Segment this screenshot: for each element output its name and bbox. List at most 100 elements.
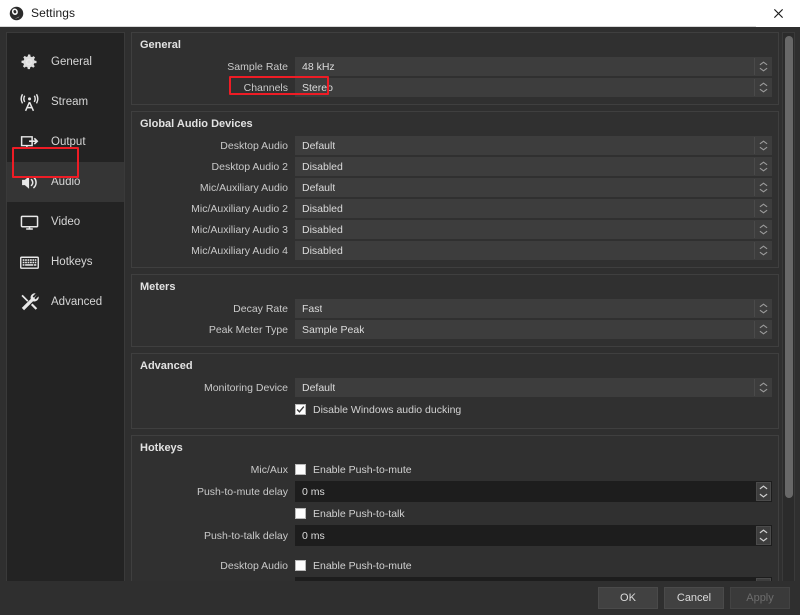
field-label: Mic/Auxiliary Audio 2 — [138, 203, 295, 215]
group-title: Hotkeys — [138, 440, 772, 460]
keyboard-icon — [18, 251, 40, 273]
mic-auxiliary-audio-3-combobox[interactable]: Disabled — [295, 220, 772, 239]
chevron-updown-icon[interactable] — [754, 79, 771, 96]
chevron-updown-icon[interactable] — [754, 200, 771, 217]
checkbox-label: Enable Push-to-mute — [313, 560, 412, 572]
close-icon — [773, 8, 784, 19]
settings-content-area: General Sample Rate 48 kHz Channels — [131, 32, 796, 581]
chevron-updown-icon[interactable] — [754, 158, 771, 175]
monitor-arrow-icon — [18, 131, 40, 153]
spinbox-down-icon[interactable] — [757, 492, 770, 501]
sidebar-item-label: Stream — [51, 96, 88, 108]
group-advanced: Advanced Monitoring Device Default — [131, 353, 779, 429]
title-bar-left: Settings — [0, 6, 75, 21]
mic-auxiliary-audio-combobox[interactable]: Default — [295, 178, 772, 197]
sidebar-item-label: Hotkeys — [51, 256, 93, 268]
sidebar-item-output[interactable]: Output — [7, 122, 124, 162]
sidebar-item-general[interactable]: General — [7, 42, 124, 82]
obs-logo-icon — [9, 6, 24, 21]
field-label: Peak Meter Type — [138, 324, 295, 336]
hotkeys-group-label: Mic/Aux — [138, 464, 295, 476]
channels-combobox[interactable]: Stereo — [295, 78, 772, 97]
group-title: General — [138, 37, 772, 57]
chevron-updown-icon[interactable] — [754, 321, 771, 338]
row-disable-audio-ducking: Disable Windows audio ducking — [138, 400, 772, 419]
scrollbar-thumb[interactable] — [785, 36, 793, 498]
row-micaux-push-to-mute-delay: Push-to-mute delay 0 ms — [138, 481, 772, 502]
combobox-value: Disabled — [296, 161, 343, 173]
row-micaux-enable-push-to-talk: Enable Push-to-talk — [138, 504, 772, 523]
row-mic-auxiliary-audio-3: Mic/Auxiliary Audio 3 Disabled — [138, 220, 772, 239]
field-label: Channels — [138, 82, 295, 94]
ok-button[interactable]: OK — [598, 587, 658, 609]
group-general: General Sample Rate 48 kHz Channels — [131, 32, 779, 105]
field-label: Mic/Auxiliary Audio — [138, 182, 295, 194]
mic-auxiliary-audio-2-combobox[interactable]: Disabled — [295, 199, 772, 218]
row-mic-auxiliary-audio-4: Mic/Auxiliary Audio 4 Disabled — [138, 241, 772, 260]
cancel-button[interactable]: Cancel — [664, 587, 724, 609]
combobox-value: Default — [296, 382, 335, 394]
chevron-updown-icon[interactable] — [754, 179, 771, 196]
sidebar-item-label: General — [51, 56, 92, 68]
sidebar-item-label: Video — [51, 216, 80, 228]
chevron-updown-icon[interactable] — [754, 379, 771, 396]
group-title: Global Audio Devices — [138, 116, 772, 136]
row-mic-auxiliary-audio-2: Mic/Auxiliary Audio 2 Disabled — [138, 199, 772, 218]
spinbox-up-icon[interactable] — [757, 527, 770, 536]
combobox-value: Disabled — [296, 245, 343, 257]
peak-meter-type-combobox[interactable]: Sample Peak — [295, 320, 772, 339]
spinbox-down-icon[interactable] — [757, 536, 770, 545]
sidebar-item-advanced[interactable]: Advanced — [7, 282, 124, 322]
desktopaudio-push-to-mute-checkbox[interactable] — [295, 560, 306, 571]
micaux-push-to-talk-delay-spinbox[interactable]: 0 ms — [295, 525, 772, 546]
chevron-updown-icon[interactable] — [754, 221, 771, 238]
combobox-value: Sample Peak — [296, 324, 364, 336]
desktop-audio-2-combobox[interactable]: Disabled — [295, 157, 772, 176]
combobox-value: 48 kHz — [296, 61, 335, 73]
spinbox-up-icon[interactable] — [757, 483, 770, 492]
row-desktop-audio-2: Desktop Audio 2 Disabled — [138, 157, 772, 176]
sidebar-item-label: Advanced — [51, 296, 102, 308]
row-mic-auxiliary-audio: Mic/Auxiliary Audio Default — [138, 178, 772, 197]
speaker-icon — [18, 171, 40, 193]
sidebar-item-stream[interactable]: Stream — [7, 82, 124, 122]
field-label: Mic/Auxiliary Audio 4 — [138, 245, 295, 257]
monitoring-device-combobox[interactable]: Default — [295, 378, 772, 397]
micaux-push-to-mute-checkbox[interactable] — [295, 464, 306, 475]
sidebar-item-video[interactable]: Video — [7, 202, 124, 242]
sidebar-item-label: Output — [51, 136, 86, 148]
desktop-audio-combobox[interactable]: Default — [295, 136, 772, 155]
micaux-push-to-mute-delay-spinbox[interactable]: 0 ms — [295, 481, 772, 502]
field-label: Push-to-talk delay — [138, 530, 295, 542]
combobox-value: Stereo — [296, 82, 333, 94]
settings-window: Settings General — [0, 0, 800, 615]
close-button[interactable] — [756, 0, 800, 27]
row-micaux-push-to-talk-delay: Push-to-talk delay 0 ms — [138, 525, 772, 546]
disable-audio-ducking-checkbox[interactable] — [295, 404, 306, 415]
field-label: Push-to-mute delay — [138, 486, 295, 498]
spinbox-value: 0 ms — [296, 530, 325, 542]
window-body: General Stream — [0, 27, 800, 581]
group-global-audio-devices: Global Audio Devices Desktop Audio Defau… — [131, 111, 779, 268]
sample-rate-combobox[interactable]: 48 kHz — [295, 57, 772, 76]
field-label: Decay Rate — [138, 303, 295, 315]
content-scrollbar[interactable] — [782, 32, 795, 581]
chevron-updown-icon[interactable] — [754, 137, 771, 154]
field-label: Monitoring Device — [138, 382, 295, 394]
decay-rate-combobox[interactable]: Fast — [295, 299, 772, 318]
group-meters: Meters Decay Rate Fast Peak Meter Typ — [131, 274, 779, 347]
micaux-push-to-talk-checkbox[interactable] — [295, 508, 306, 519]
window-title: Settings — [31, 6, 75, 20]
group-hotkeys: Hotkeys Mic/Aux Enable Push-to-mute Push… — [131, 435, 779, 581]
sidebar-item-audio[interactable]: Audio — [7, 162, 124, 202]
mic-auxiliary-audio-4-combobox[interactable]: Disabled — [295, 241, 772, 260]
gear-icon — [18, 51, 40, 73]
chevron-updown-icon[interactable] — [754, 242, 771, 259]
chevron-updown-icon[interactable] — [754, 300, 771, 317]
sidebar-item-hotkeys[interactable]: Hotkeys — [7, 242, 124, 282]
chevron-updown-icon[interactable] — [754, 58, 771, 75]
combobox-value: Default — [296, 182, 335, 194]
dialog-footer: OK Cancel Apply — [0, 581, 800, 615]
group-title: Advanced — [138, 358, 772, 378]
row-decay-rate: Decay Rate Fast — [138, 299, 772, 318]
